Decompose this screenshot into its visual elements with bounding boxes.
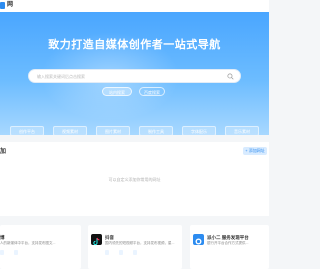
section-title: 加 — [0, 149, 7, 155]
category-video-material[interactable]: 视频素材 — [53, 126, 87, 135]
category-music-material[interactable]: 音乐素材 — [225, 126, 259, 135]
hero-title: 致力打造自媒体创作者一站式导航 — [48, 39, 221, 51]
card-tag[interactable] — [14, 250, 18, 255]
card-tag[interactable] — [119, 250, 123, 255]
card-tag[interactable] — [0, 250, 4, 255]
card-tag[interactable] — [105, 250, 109, 255]
custom-links-header: 加 + 添加网址 — [0, 142, 269, 160]
category-creation-platform[interactable]: 创作平台 — [10, 126, 44, 135]
logo-icon[interactable] — [0, 2, 5, 9]
site-search-button[interactable]: 站内搜索 — [102, 87, 132, 96]
baidu-search-button[interactable]: 百度搜索 — [139, 87, 165, 96]
empty-state-text: 可以自定义添加你常用的网址 — [108, 177, 161, 182]
logo-text[interactable]: 网 — [7, 1, 13, 10]
top-bar: 网 — [0, 0, 269, 12]
card-tag[interactable] — [133, 250, 137, 255]
category-font-music[interactable]: 字体配乐 — [182, 126, 216, 135]
search-icon[interactable] — [227, 73, 234, 80]
site-card-paixiaoer[interactable]: 派小二 服务发现平台 银行开平台合作方式提供... — [190, 225, 269, 269]
hero-banner: 致力打造自媒体创作者一站式导航 站内搜索 百度搜索 创作平台 视频素材 图片素材… — [0, 12, 269, 135]
category-image-material[interactable]: 图片素材 — [96, 126, 130, 135]
site-card-douyin[interactable]: 抖音 国内领先的短视频平台，支持发布视频，星... — [88, 225, 182, 269]
category-production-tools[interactable]: 制作工具 — [139, 126, 173, 135]
custom-links-empty: 可以自定义添加你常用的网址 — [0, 160, 269, 216]
search-input[interactable] — [37, 72, 217, 81]
search-box[interactable] — [28, 69, 241, 83]
card-description: 银行开平台合作方式提供... — [207, 241, 249, 245]
douyin-icon — [91, 234, 102, 246]
add-link-button[interactable]: + 添加网址 — [243, 147, 267, 155]
card-description: 国内领先的短视频平台，支持发布视频，星... — [105, 241, 175, 245]
site-card[interactable]: 博 人的新媒体中平台，支持发布图文... — [0, 225, 81, 269]
card-description: 人的新媒体中平台，支持发布图文... — [0, 241, 56, 245]
category-row: 创作平台 视频素材 图片素材 制作工具 字体配乐 音乐素材 — [10, 126, 262, 135]
paixiaoer-icon — [193, 234, 204, 245]
